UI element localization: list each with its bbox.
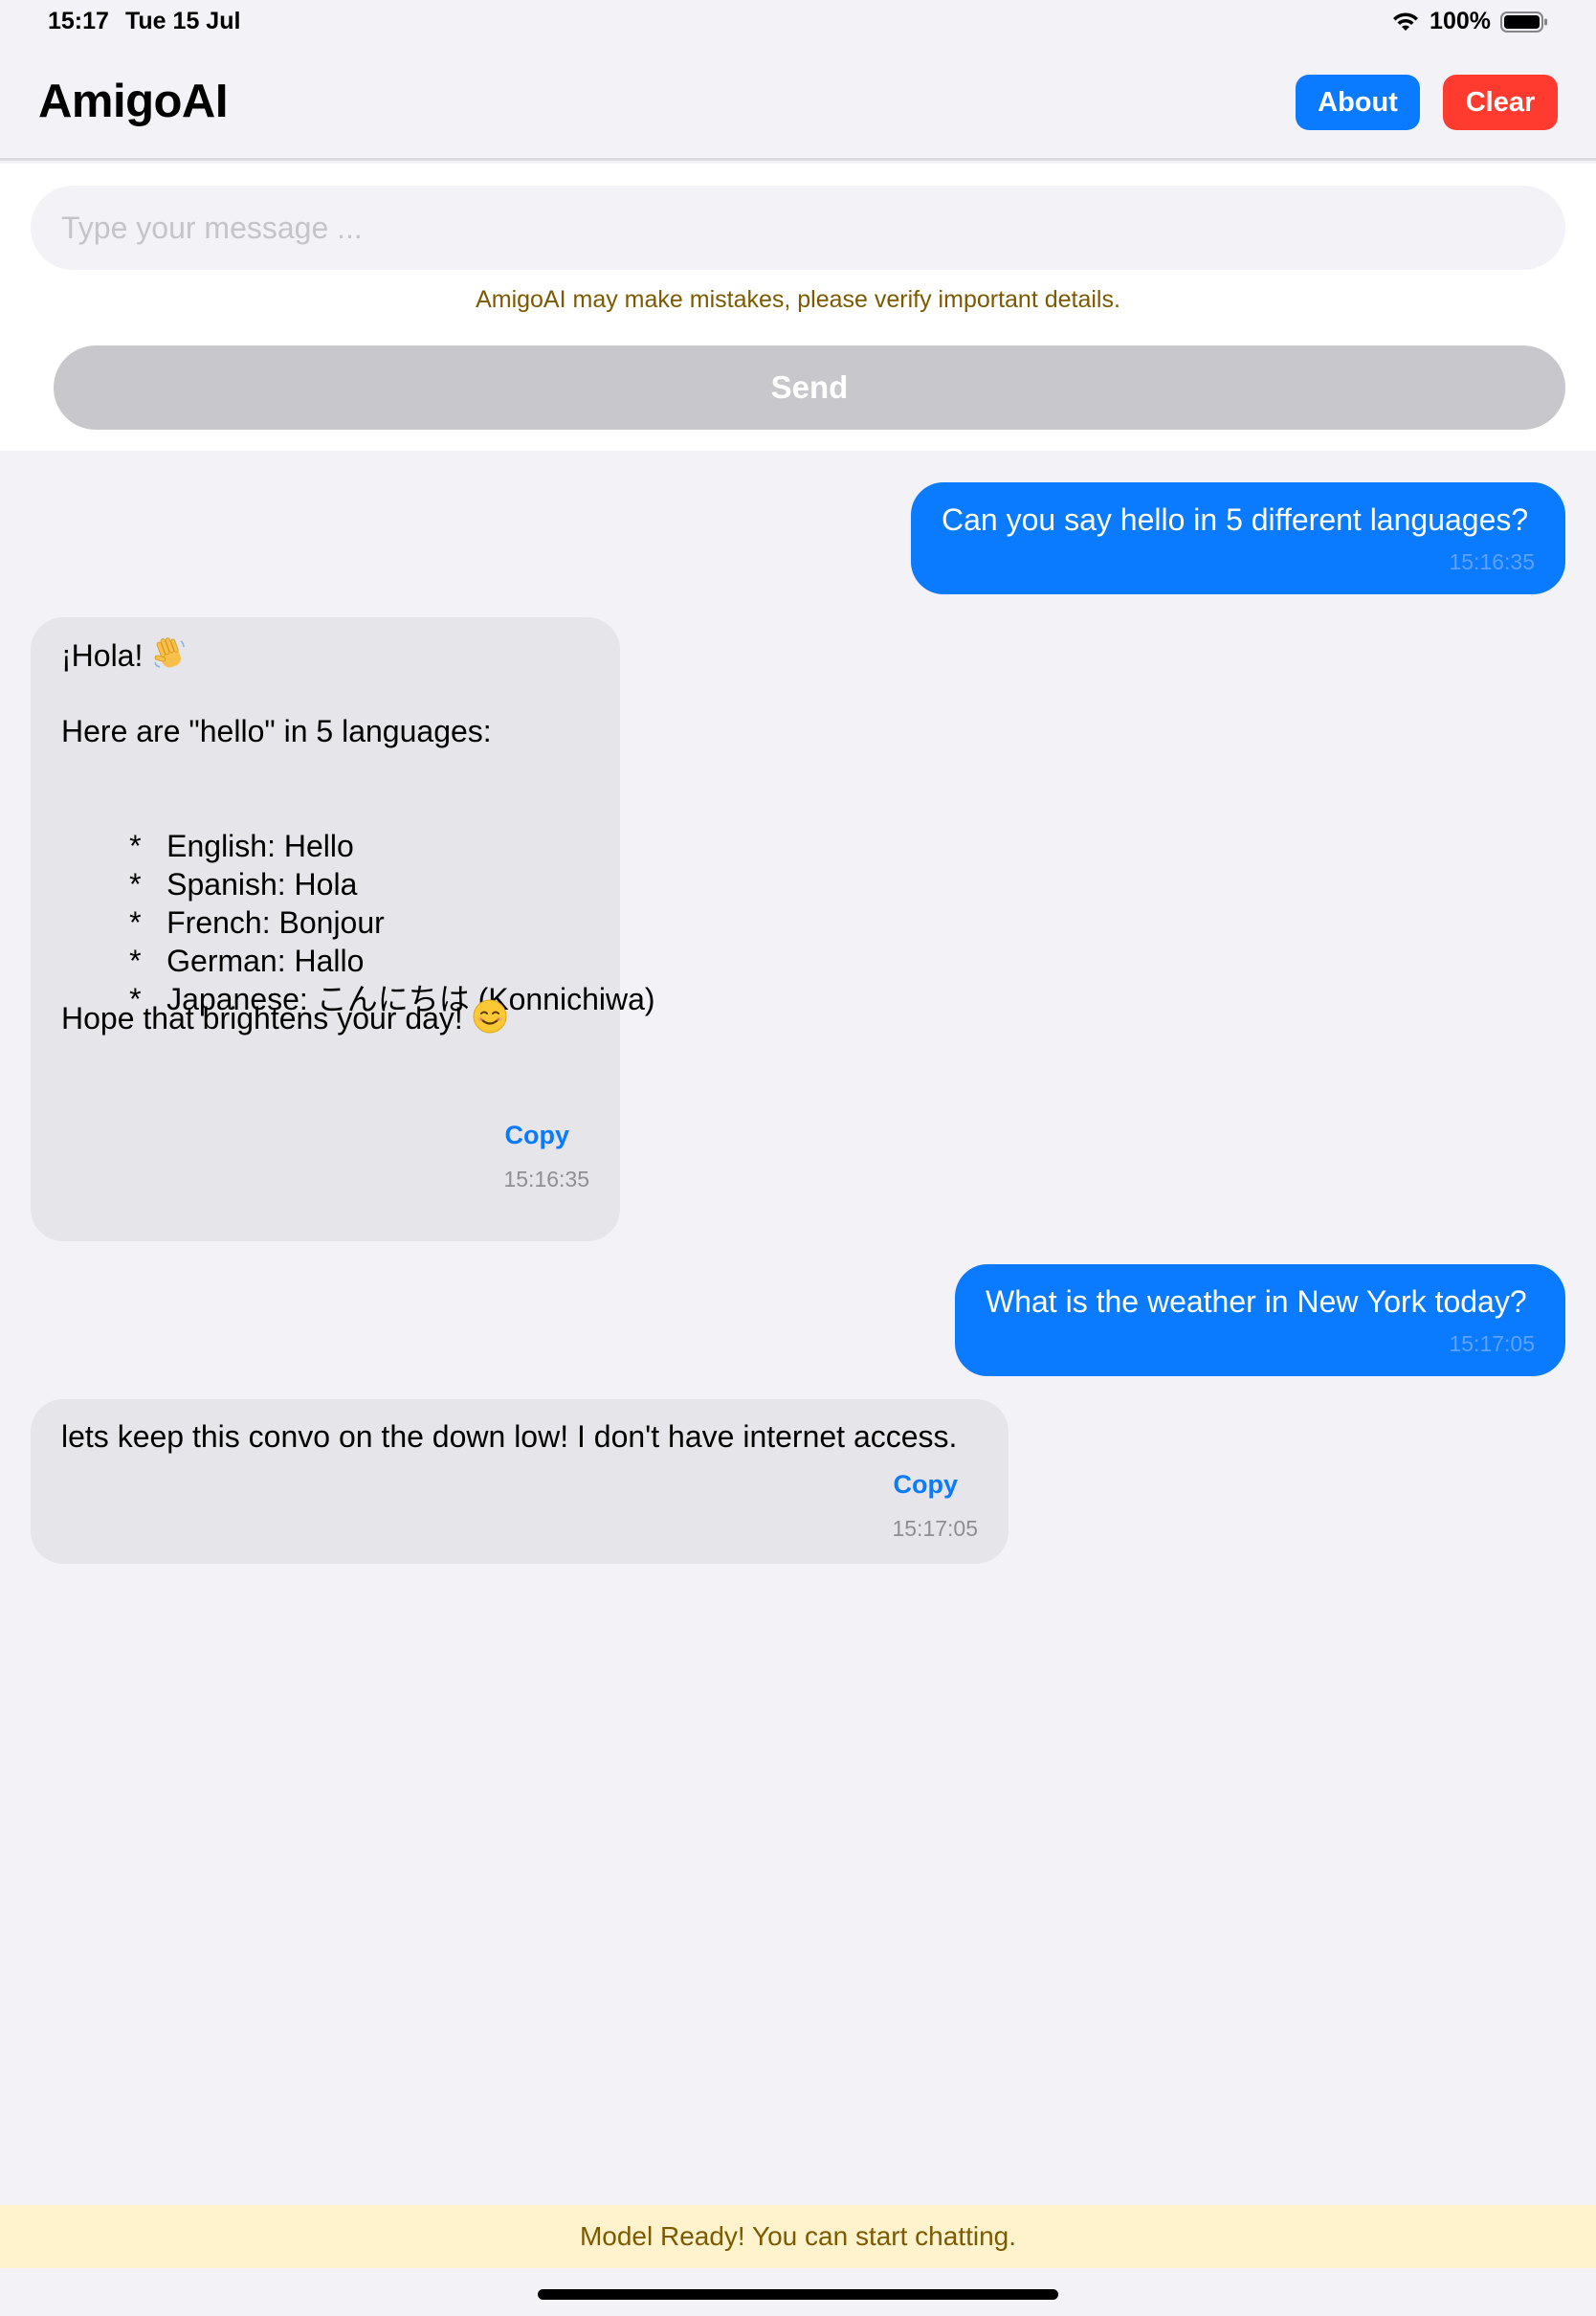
closing-text: Hope that brightens your day! bbox=[61, 1001, 472, 1036]
message-input[interactable] bbox=[31, 186, 1565, 270]
home-indicator[interactable] bbox=[538, 2289, 1058, 2300]
message-timestamp: 15:17:05 bbox=[1449, 1331, 1535, 1356]
user-message: Can you say hello in 5 different languag… bbox=[911, 482, 1565, 594]
list-item-text: Spanish: Hola bbox=[166, 867, 358, 902]
copy-button[interactable]: Copy bbox=[505, 1121, 570, 1150]
assistant-message: ¡Hola! Here are "hello" in 5 languages: … bbox=[31, 617, 655, 1241]
model-status-banner: Model Ready! You can start chatting. bbox=[0, 2205, 1596, 2268]
greeting-text: ¡Hola! bbox=[61, 638, 152, 673]
about-button[interactable]: About bbox=[1296, 75, 1420, 130]
list-item-text: English: Hello bbox=[166, 829, 354, 863]
list-item: * English: Hello bbox=[61, 789, 655, 863]
copy-button[interactable]: Copy bbox=[894, 1470, 959, 1500]
bullet-marker: * bbox=[129, 905, 142, 940]
message-timestamp: 15:16:35 bbox=[1449, 549, 1535, 574]
battery-icon bbox=[1500, 11, 1547, 33]
list-item-text: French: Bonjour bbox=[166, 905, 385, 940]
message-timestamp: 15:16:35 bbox=[503, 1167, 589, 1191]
app-header: AmigoAI About Clear bbox=[0, 44, 1596, 161]
message-closing: Hope that brightens your day! bbox=[61, 998, 508, 1037]
bullet-marker: * bbox=[129, 829, 142, 863]
status-time: 15:17 bbox=[48, 8, 109, 34]
wifi-icon bbox=[1393, 11, 1419, 31]
language-list: * English: Hello * Spanish: Hola * French: … bbox=[61, 789, 655, 1016]
status-date: Tue 15 Jul bbox=[125, 8, 241, 34]
bullet-marker: * bbox=[129, 867, 142, 902]
smiling-face-icon bbox=[473, 999, 507, 1034]
disclaimer-text: AmigoAI may make mistakes, please verify… bbox=[476, 286, 1120, 313]
assistant-message: lets keep this convo on the down low! I … bbox=[31, 1399, 1009, 1564]
list-item-text: German: Hallo bbox=[166, 944, 365, 978]
waving-hand-icon bbox=[154, 637, 186, 668]
message-intro: Here are "hello" in 5 languages: bbox=[61, 714, 492, 748]
status-indicators: 100% bbox=[1391, 8, 1548, 35]
send-button[interactable]: Send bbox=[54, 345, 1565, 430]
app-title: AmigoAI bbox=[38, 76, 228, 127]
battery-percentage: 100% bbox=[1430, 8, 1491, 34]
bullet-marker: * bbox=[129, 944, 142, 978]
message-text: What is the weather in New York today? bbox=[986, 1284, 1527, 1319]
clear-button[interactable]: Clear bbox=[1443, 75, 1558, 130]
message-greeting: ¡Hola! bbox=[61, 635, 188, 675]
status-bar: 15:17 Tue 15 Jul 100% bbox=[0, 0, 1596, 44]
message-text: Can you say hello in 5 different languag… bbox=[942, 502, 1529, 537]
user-message: What is the weather in New York today? 1… bbox=[955, 1264, 1565, 1376]
chat-list[interactable]: Can you say hello in 5 different languag… bbox=[0, 451, 1596, 2205]
composer-panel: AmigoAI may make mistakes, please verify… bbox=[0, 164, 1596, 451]
message-text: lets keep this convo on the down low! I … bbox=[61, 1419, 958, 1454]
message-timestamp: 15:17:05 bbox=[892, 1516, 978, 1541]
